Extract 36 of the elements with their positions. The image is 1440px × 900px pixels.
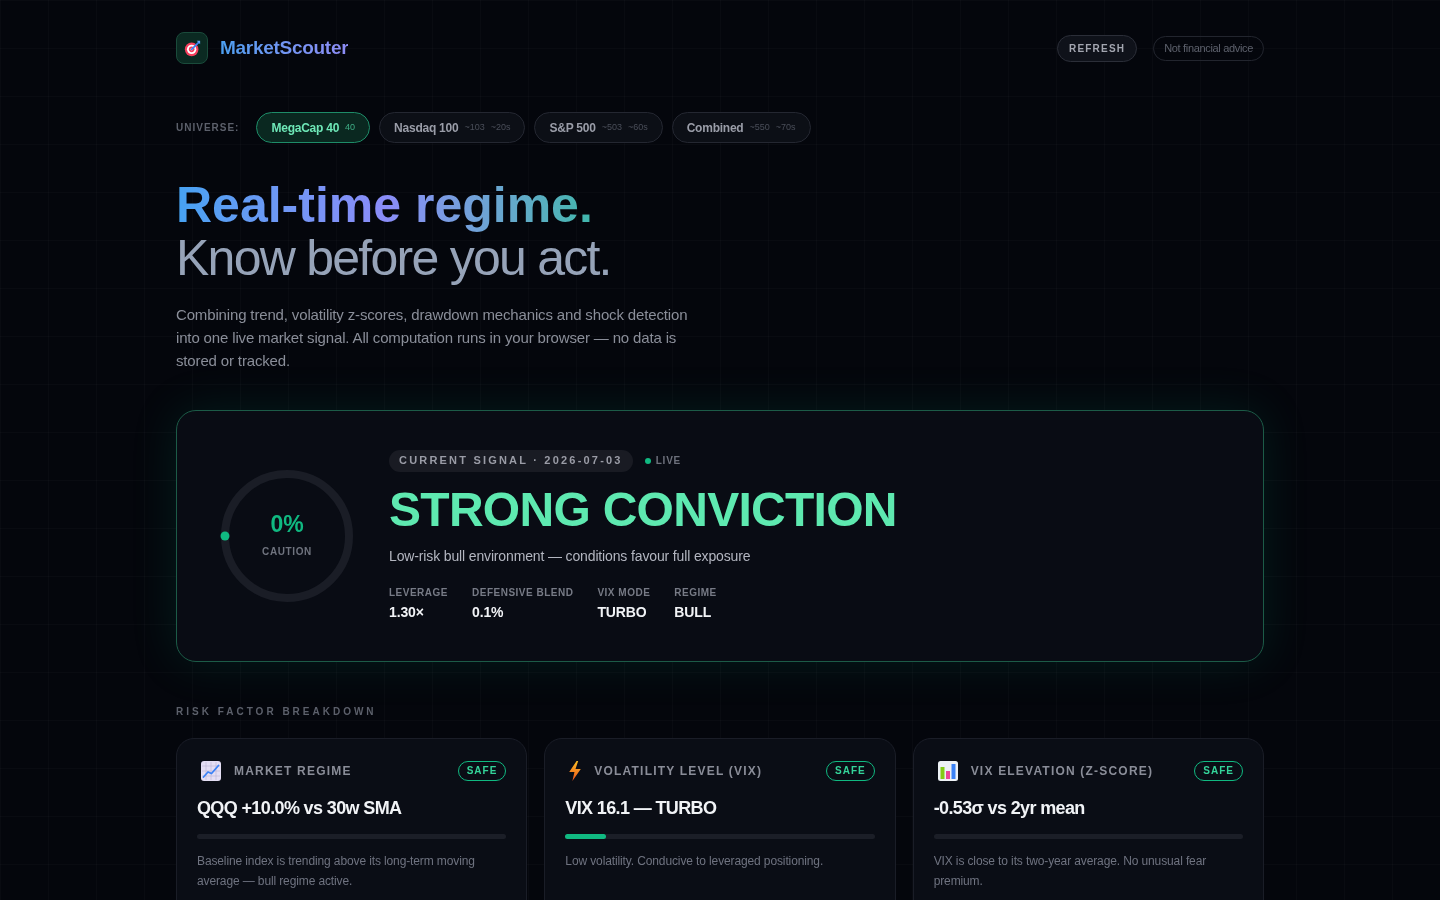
gauge-label: CAUTION bbox=[262, 545, 312, 559]
factor-title: VOLATILITY LEVEL (VIX) bbox=[594, 762, 763, 780]
refresh-button[interactable]: REFRESH bbox=[1057, 34, 1138, 62]
rising-chart-icon bbox=[201, 760, 221, 781]
lightning-bolt-icon bbox=[569, 760, 582, 781]
live-label: LIVE bbox=[655, 454, 682, 468]
stat-value: 0.1% bbox=[472, 602, 505, 622]
factor-title: MARKET REGIME bbox=[234, 762, 352, 780]
target-icon bbox=[176, 32, 208, 64]
factor-value: VIX 16.1 — TURBO bbox=[565, 797, 717, 820]
stat-label: REGIME bbox=[674, 585, 717, 600]
universe-option[interactable]: Combined ~550 ~70s bbox=[671, 112, 811, 143]
universe-option[interactable]: MegaCap 40 40 bbox=[256, 112, 371, 143]
factor-description: VIX is close to its two-year average. No unusual fear premium. bbox=[933, 853, 1208, 890]
section-title: RISK FACTOR BREAKDOWN bbox=[176, 705, 377, 719]
gauge-value: 0% bbox=[270, 513, 304, 536]
universe-label: UNIVERSE: bbox=[176, 121, 240, 135]
universe-option[interactable]: S&P 500 ~503 ~60s bbox=[534, 112, 663, 143]
stat-label: LEVERAGE bbox=[389, 585, 448, 600]
signal-summary: Low-risk bull environment — conditions favour full exposure bbox=[389, 546, 752, 566]
stat-value: BULL bbox=[674, 602, 713, 622]
factor-description: Baseline index is trending above its long-term moving average — bull regime active. bbox=[197, 853, 476, 890]
factor-value: -0.53σ vs 2yr mean bbox=[933, 797, 1085, 820]
universe-option[interactable]: Nasdaq 100 ~103 ~20s bbox=[379, 112, 526, 143]
factor-value: QQQ +10.0% vs 30w SMA bbox=[197, 797, 402, 820]
stat-value: TURBO bbox=[597, 602, 648, 622]
sub-headline: Know before you act. bbox=[176, 232, 611, 285]
bar-chart-icon bbox=[937, 760, 958, 781]
factor-description: Low volatility. Conducive to leveraged positioning. bbox=[565, 853, 825, 870]
signal-date-tag: CURRENT SIGNAL · 2026-07-03 bbox=[389, 449, 633, 472]
stat-value: 1.30× bbox=[389, 602, 425, 622]
stat-label: DEFENSIVE BLEND bbox=[472, 585, 574, 600]
stat-label: VIX MODE bbox=[597, 585, 651, 600]
factor-title: VIX ELEVATION (Z-SCORE) bbox=[970, 762, 1154, 780]
signal-title: STRONG CONVICTION bbox=[389, 483, 897, 536]
intro-paragraph: Combining trend, volatility z-scores, drawdown mechanics and shock detection into one live market signal. All computation runs in your browser — no data is stored or tracked. bbox=[176, 305, 689, 371]
